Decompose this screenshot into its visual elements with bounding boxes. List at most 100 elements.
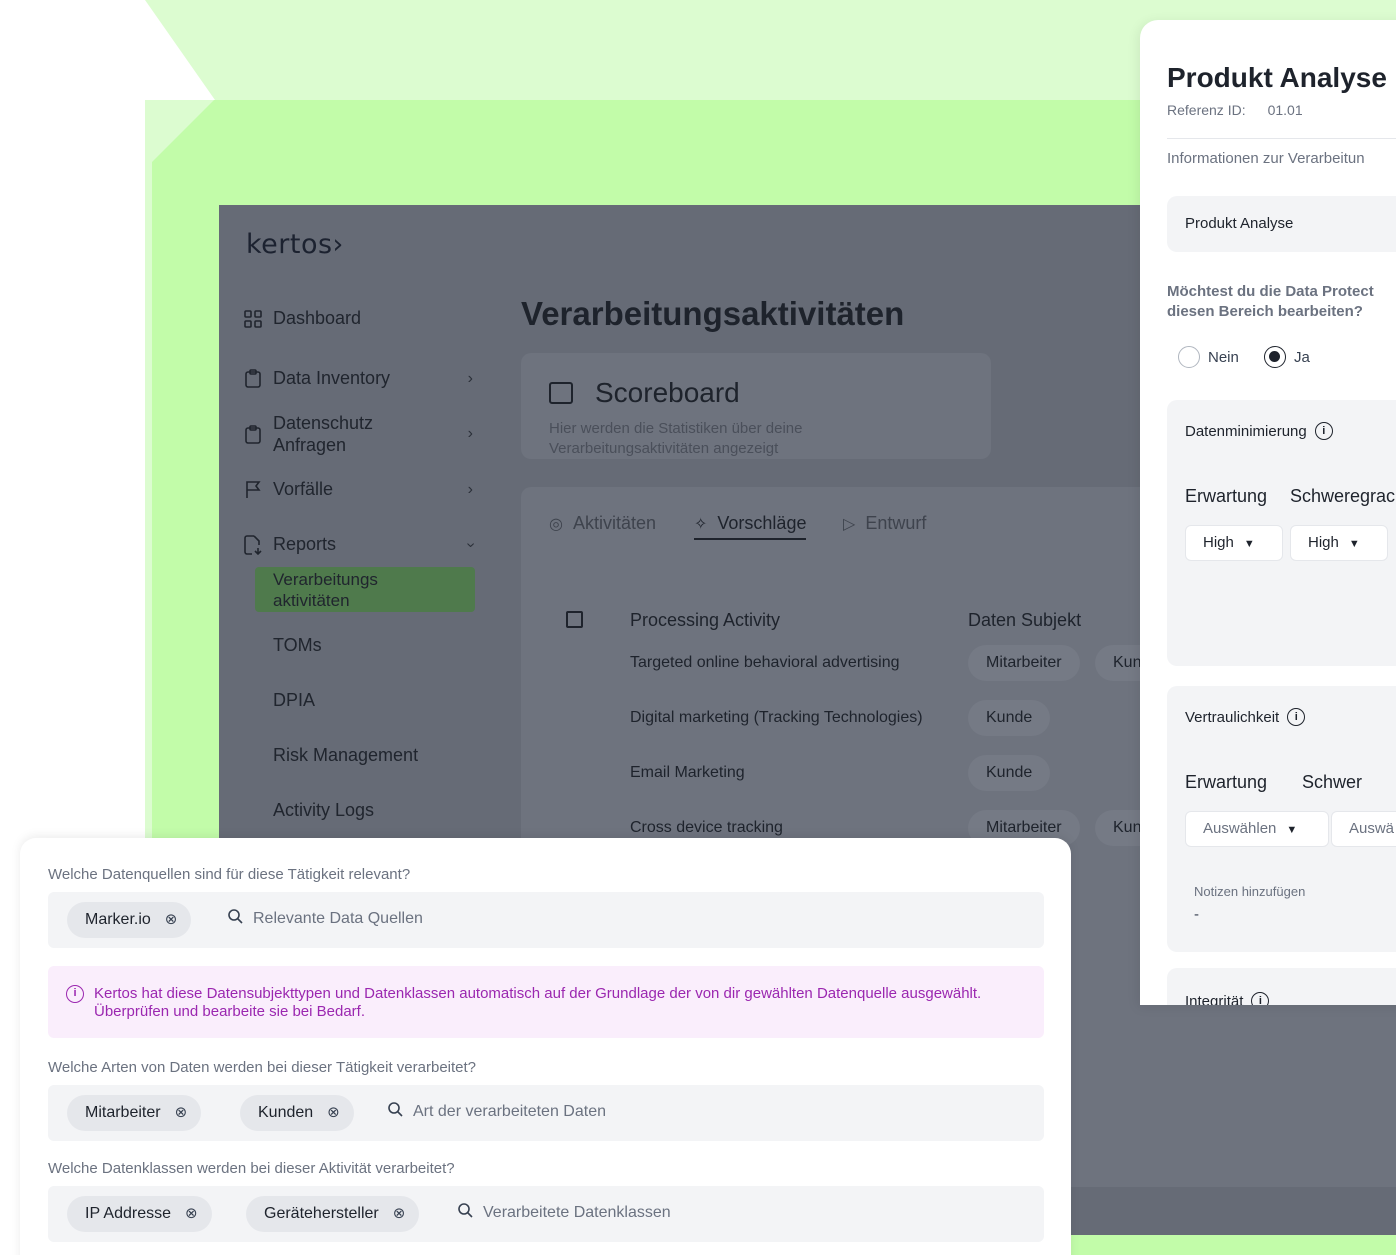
datenminimierung-label: Datenminimierung i bbox=[1185, 422, 1333, 440]
table-row-activity[interactable]: Targeted online behavioral advertising bbox=[630, 654, 900, 672]
vertraulichkeit-text: Vertraulichkeit bbox=[1185, 708, 1280, 726]
notice-text: Kertos hat diese Datensubjekttypen und D… bbox=[94, 985, 982, 1020]
schweregrad-header: Schwer bbox=[1302, 772, 1363, 792]
data-types-field[interactable]: Mitarbeiter ⊗ Kunden ⊗ Art der verarbeitet… bbox=[48, 1085, 1044, 1141]
data-sources-search[interactable]: Relevante Data Quellen bbox=[228, 909, 423, 929]
schweregrad-select[interactable]: Auswä bbox=[1331, 811, 1396, 847]
report-icon bbox=[243, 534, 263, 555]
sidebar-item-datenschutz-anfragen[interactable]: Datenschutz Anfragen › bbox=[243, 412, 475, 456]
auto-selection-notice: i Kertos hat diese Datensubjekttypen und… bbox=[48, 966, 1044, 1038]
remove-tag-icon[interactable]: ⊗ bbox=[175, 1095, 188, 1131]
activity-icon: ◎ bbox=[549, 515, 563, 533]
select-value: Auswählen bbox=[1203, 820, 1277, 837]
subject-chip: Kunde bbox=[968, 755, 1051, 791]
select-all-checkbox[interactable] bbox=[566, 611, 583, 628]
remove-tag-icon[interactable]: ⊗ bbox=[327, 1095, 340, 1131]
clipboard-icon bbox=[243, 424, 263, 444]
tag-mitarbeiter: Mitarbeiter ⊗ bbox=[67, 1095, 202, 1131]
sidebar-subitem-verarbeitungsaktivitaeten[interactable]: Verarbeitungs aktivitäten bbox=[255, 567, 475, 612]
scoreboard-card: Scoreboard Hier werden die Statistiken ü… bbox=[521, 353, 991, 459]
column-header-activity: Processing Activity bbox=[630, 610, 781, 630]
clipboard-icon bbox=[243, 369, 263, 389]
reference-id: Referenz ID: 01.01 bbox=[1167, 102, 1303, 118]
sparkle-icon: ✧ bbox=[694, 515, 708, 533]
name-value: Produkt Analyse bbox=[1185, 215, 1294, 232]
reference-value: 01.01 bbox=[1267, 102, 1303, 118]
chevron-down-icon: ▼ bbox=[1243, 538, 1255, 550]
datenminimierung-card: Datenminimierung i Erwartung Schweregrac… bbox=[1167, 400, 1396, 666]
tab-aktivitaeten[interactable]: ◎ Aktivitäten bbox=[549, 513, 656, 534]
tag-label: IP Addresse bbox=[85, 1205, 171, 1222]
sidebar-subitem-risk-management[interactable]: Risk Management bbox=[273, 745, 418, 766]
sidebar-item-reports[interactable]: Reports › bbox=[243, 534, 479, 555]
chevron-down-icon: ▼ bbox=[1286, 824, 1298, 836]
radio-circle bbox=[1178, 346, 1200, 368]
search-icon bbox=[458, 1203, 473, 1223]
radio-label: Ja bbox=[1294, 348, 1310, 366]
tab-entwurf[interactable]: ▷ Entwurf bbox=[843, 513, 926, 534]
column-header-subject: Daten Subjekt bbox=[968, 610, 1082, 630]
erwartung-select[interactable]: Auswählen ▼ bbox=[1185, 811, 1329, 847]
dpo-question-line: Möchtest du die Data Protect bbox=[1167, 283, 1374, 300]
integritaet-card: Integrität i bbox=[1167, 968, 1396, 1005]
datenminimierung-text: Datenminimierung bbox=[1185, 422, 1307, 440]
radio-label: Nein bbox=[1208, 348, 1239, 366]
table-row-activity[interactable]: Cross device tracking bbox=[630, 819, 783, 837]
divider bbox=[1167, 138, 1396, 139]
search-icon bbox=[228, 909, 243, 929]
schweregrad-select[interactable]: High ▼ bbox=[1290, 525, 1388, 561]
sidebar-subitem-dpia[interactable]: DPIA bbox=[273, 690, 315, 711]
sidebar-subitem-activity-logs[interactable]: Activity Logs bbox=[273, 800, 374, 821]
data-classes-field[interactable]: IP Addresse ⊗ Gerätehersteller ⊗ Verarbeit… bbox=[48, 1186, 1044, 1242]
info-icon[interactable]: i bbox=[1314, 422, 1333, 440]
sidebar-item-label: Vorfälle bbox=[273, 479, 334, 499]
remove-tag-icon[interactable]: ⊗ bbox=[393, 1196, 406, 1232]
sidebar-subitem-toms[interactable]: TOMs bbox=[273, 635, 322, 656]
vertraulichkeit-label: Vertraulichkeit i bbox=[1185, 708, 1306, 726]
tag-kunden: Kunden ⊗ bbox=[240, 1095, 354, 1131]
scoreboard-title-text: Scoreboard bbox=[595, 377, 740, 408]
detail-panel: Produkt Analyse Referenz ID: 01.01 Inform… bbox=[1140, 20, 1396, 1005]
info-icon[interactable]: i bbox=[1287, 708, 1306, 726]
erwartung-header: Erwartung bbox=[1185, 772, 1268, 792]
sidebar-item-data-inventory[interactable]: Data Inventory › bbox=[243, 368, 475, 389]
remove-tag-icon[interactable]: ⊗ bbox=[165, 902, 178, 938]
section-heading: Informationen zur Verarbeitun bbox=[1167, 150, 1365, 167]
radio-nein[interactable]: Nein bbox=[1178, 346, 1239, 368]
table-row-activity[interactable]: Digital marketing (Tracking Technologies… bbox=[630, 709, 923, 727]
scoreboard-title: Scoreboard bbox=[549, 377, 740, 409]
info-icon: i bbox=[66, 985, 84, 1003]
question-data-classes: Welche Datenklassen werden bei dieser Ak… bbox=[48, 1160, 455, 1177]
chevron-down-icon: ▼ bbox=[1348, 538, 1360, 550]
chevron-right-icon: › bbox=[467, 425, 473, 442]
erwartung-select[interactable]: High ▼ bbox=[1185, 525, 1283, 561]
draft-icon: ▷ bbox=[843, 515, 856, 533]
tab-vorschlaege[interactable]: ✧ Vorschläge bbox=[694, 513, 807, 540]
panel-title: Produkt Analyse bbox=[1167, 62, 1387, 93]
notes-value[interactable]: - bbox=[1194, 906, 1199, 923]
remove-tag-icon[interactable]: ⊗ bbox=[185, 1196, 198, 1232]
name-field[interactable]: Produkt Analyse bbox=[1167, 196, 1396, 252]
question-data-types: Welche Arten von Daten werden bei dieser… bbox=[48, 1059, 477, 1076]
sidebar-item-vorfaelle[interactable]: Vorfälle › bbox=[243, 479, 475, 500]
notes-label: Notizen hinzufügen bbox=[1194, 884, 1306, 899]
tag-label: Gerätehersteller bbox=[264, 1205, 379, 1222]
data-classes-search[interactable]: Verarbeitete Datenklassen bbox=[458, 1203, 671, 1223]
sidebar-item-dashboard[interactable]: Dashboard bbox=[243, 308, 475, 329]
flag-icon bbox=[243, 480, 263, 500]
select-value: Auswä bbox=[1349, 820, 1395, 837]
subject-chip: Kunde bbox=[968, 700, 1051, 736]
tag-geraetehersteller: Gerätehersteller ⊗ bbox=[246, 1196, 420, 1232]
search-placeholder: Art der verarbeiteten Daten bbox=[413, 1103, 606, 1120]
data-types-search[interactable]: Art der verarbeiteten Daten bbox=[388, 1102, 606, 1122]
radio-ja[interactable]: Ja bbox=[1264, 346, 1310, 368]
tab-label: Vorschläge bbox=[717, 513, 807, 533]
data-sources-field[interactable]: Marker.io ⊗ Relevante Data Quellen bbox=[48, 892, 1044, 948]
select-value: High bbox=[1308, 534, 1339, 551]
info-icon[interactable]: i bbox=[1251, 992, 1270, 1005]
tag-marker-io: Marker.io ⊗ bbox=[67, 902, 192, 938]
chevron-down-icon: › bbox=[462, 541, 480, 548]
tag-label: Mitarbeiter bbox=[85, 1104, 161, 1121]
tag-label: Kunden bbox=[258, 1104, 314, 1121]
table-row-activity[interactable]: Email Marketing bbox=[630, 764, 745, 782]
